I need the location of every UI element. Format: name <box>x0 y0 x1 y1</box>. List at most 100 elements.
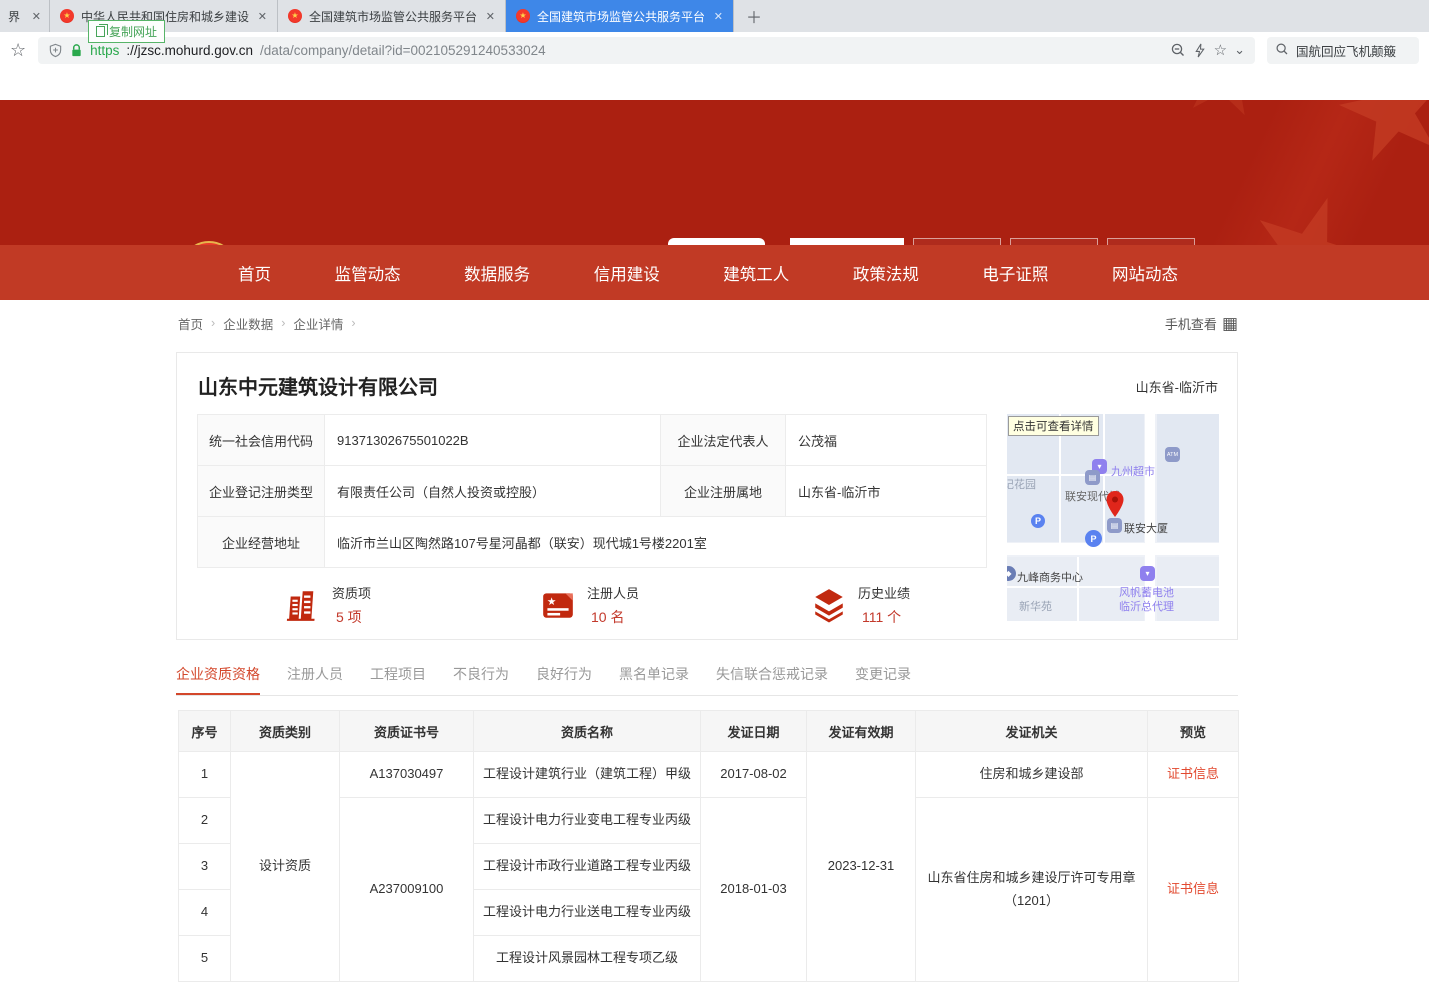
nav-item-credit[interactable]: 信用建设 <box>594 261 660 285</box>
mobile-view-label: 手机查看 <box>1165 314 1217 333</box>
flash-icon[interactable] <box>1193 43 1207 58</box>
table-row: 企业经营地址 临沂市兰山区陶然路107号星河晶都（联安）现代城1号楼2201室 <box>198 517 987 568</box>
credit-code-value: 91371302675501022B <box>325 415 661 466</box>
close-icon[interactable]: ✕ <box>258 10 267 23</box>
flag-decoration <box>1009 100 1429 245</box>
tower-poi-icon: ▤ <box>1107 518 1122 533</box>
tab-change-records[interactable]: 变更记录 <box>855 664 911 695</box>
search-tab-personnel[interactable]: 从业人员 <box>913 238 1001 245</box>
nav-item-home[interactable]: 首页 <box>238 261 271 285</box>
col-header: 发证机关 <box>916 711 1148 752</box>
breadcrumb-home[interactable]: 首页 <box>178 314 203 333</box>
nav-item-data-service[interactable]: 数据服务 <box>464 261 530 285</box>
tab-dishonesty-records[interactable]: 失信联合惩戒记录 <box>716 664 828 695</box>
registry-card-icon: ★ <box>540 587 576 623</box>
breadcrumb-separator: › <box>281 316 285 330</box>
close-icon[interactable]: ✕ <box>714 10 723 23</box>
close-icon[interactable]: ✕ <box>486 10 495 23</box>
col-header: 序号 <box>179 711 231 752</box>
col-header: 资质证书号 <box>340 711 474 752</box>
table-header-row: 序号 资质类别 资质证书号 资质名称 发证日期 发证有效期 发证机关 预览 <box>179 711 1239 752</box>
stat-registered-personnel[interactable]: ★ 注册人员 10 名 <box>540 583 639 627</box>
stat-history-performance[interactable]: 历史业绩 111 个 <box>811 583 910 627</box>
browser-tab-partial[interactable]: 界 ✕ <box>0 0 50 32</box>
shield-icon <box>48 43 63 58</box>
stat-label: 注册人员 <box>587 583 639 602</box>
map-label-xinhua: 新华苑 <box>1019 598 1052 614</box>
certificate-number: A237009100 <box>340 798 474 982</box>
location-pin-icon <box>1105 490 1125 518</box>
tab-registered-personnel[interactable]: 注册人员 <box>287 664 343 695</box>
breadcrumb-row: 首页 › 企业数据 › 企业详情 › 手机查看 ▦ <box>178 300 1238 346</box>
nav-item-site-news[interactable]: 网站动态 <box>1112 261 1178 285</box>
nav-item-policy[interactable]: 政策法规 <box>853 261 919 285</box>
bookmark-star-icon[interactable]: ☆ <box>10 40 26 61</box>
row-number: 5 <box>179 936 231 982</box>
nav-item-supervision[interactable]: 监管动态 <box>335 261 401 285</box>
row-number: 2 <box>179 798 231 844</box>
browser-window: 界 ✕ ★ 中华人民共和国住房和城乡建设 ✕ ★ 全国建筑市场监管公共服务平台 … <box>0 0 1429 996</box>
map-tooltip: 点击可查看详情 <box>1008 416 1099 436</box>
map-label-business-center: 九峰商务中心 <box>1017 569 1083 585</box>
issuing-authority: 山东省住房和城乡建设厅许可专用章（1201） <box>916 798 1148 982</box>
lock-icon <box>70 43 83 58</box>
emblem-favicon-icon: ★ <box>516 9 530 23</box>
quick-search-box[interactable]: 国航回应飞机颠簸 <box>1267 37 1419 64</box>
tab-projects[interactable]: 工程项目 <box>370 664 426 695</box>
main-navigation: 首页 监管动态 数据服务 信用建设 建筑工人 政策法规 电子证照 网站动态 <box>0 245 1429 300</box>
svg-text:★: ★ <box>547 596 556 608</box>
new-tab-button[interactable]: ＋ <box>734 0 774 32</box>
tab-good-behavior[interactable]: 良好行为 <box>536 664 592 695</box>
qualification-name: 工程设计电力行业变电工程专业丙级 <box>474 798 701 844</box>
search-tab-enterprise[interactable]: 建设工程企业 <box>790 238 904 245</box>
location-map[interactable]: 点击可查看详情 ▾ 九州超市 ATM 记花园 ▤ 联安现代城 ▤ 联安大厦 P … <box>1007 414 1219 621</box>
col-header: 资质名称 <box>474 711 701 752</box>
certificate-info-link[interactable]: 证书信息 <box>1167 766 1219 781</box>
zoom-out-icon[interactable] <box>1170 42 1186 58</box>
mobile-view-link[interactable]: 手机查看 ▦ <box>1165 314 1238 333</box>
breadcrumb-company-detail[interactable]: 企业详情 <box>293 314 343 333</box>
browser-tab-jzsc-1[interactable]: ★ 全国建筑市场监管公共服务平台 ✕ <box>278 0 506 32</box>
tab-bad-behavior[interactable]: 不良行为 <box>453 664 509 695</box>
browser-tab-jzsc-active[interactable]: ★ 全国建筑市场监管公共服务平台 ✕ <box>506 0 734 32</box>
map-label-supermarket: 九州超市 <box>1111 463 1155 479</box>
col-header: 预览 <box>1148 711 1239 752</box>
stat-qualifications[interactable]: 资质项 5 项 <box>285 583 371 627</box>
battery-poi-icon: ▾ <box>1140 566 1155 581</box>
qualification-category: 设计资质 <box>231 752 340 982</box>
breadcrumb-separator: › <box>351 316 355 330</box>
stat-value: 10 名 <box>587 607 639 627</box>
legal-rep-value: 公茂福 <box>786 415 987 466</box>
close-icon[interactable]: ✕ <box>32 10 41 23</box>
map-label-garden: 记花园 <box>1007 476 1036 492</box>
certificate-number: A137030497 <box>340 752 474 798</box>
stat-value: 5 项 <box>332 607 371 627</box>
search-tab-project[interactable]: 建设项目 <box>1010 238 1098 245</box>
url-path: /data/company/detail?id=0021052912405330… <box>260 43 546 58</box>
nav-item-elicense[interactable]: 电子证照 <box>982 261 1048 285</box>
chevron-down-icon[interactable]: ⌄ <box>1234 42 1245 58</box>
building-icon <box>285 587 321 623</box>
tab-blacklist[interactable]: 黑名单记录 <box>619 664 689 695</box>
field-label: 企业经营地址 <box>198 517 325 568</box>
certificate-info-link[interactable]: 证书信息 <box>1167 881 1219 896</box>
nav-item-workers[interactable]: 建筑工人 <box>723 261 789 285</box>
favorite-star-icon[interactable]: ☆ <box>1214 41 1227 59</box>
field-label: 企业法定代表人 <box>661 415 786 466</box>
tab-qualifications[interactable]: 企业资质资格 <box>176 664 260 695</box>
site-search-widget: 建设工程企业 从业人员 建设项目 诚信记录 搜索 <box>790 238 1238 245</box>
copy-icon <box>96 26 105 37</box>
qualification-name: 工程设计市政行业道路工程专业丙级 <box>474 844 701 890</box>
qr-code-icon: ▦ <box>1222 315 1238 332</box>
col-header: 发证有效期 <box>807 711 916 752</box>
tab-label: 全国建筑市场监管公共服务平台 <box>537 8 707 25</box>
stat-label: 历史业绩 <box>858 583 910 602</box>
search-tab-credit[interactable]: 诚信记录 <box>1107 238 1195 245</box>
breadcrumb-company-data[interactable]: 企业数据 <box>223 314 273 333</box>
breadcrumb: 首页 › 企业数据 › 企业详情 › <box>178 314 356 333</box>
address-field[interactable]: https://jzsc.mohurd.gov.cn/data/company/… <box>38 37 1255 64</box>
stat-value: 111 个 <box>858 607 910 627</box>
qualification-name: 工程设计电力行业送电工程专业丙级 <box>474 890 701 936</box>
col-header: 资质类别 <box>231 711 340 752</box>
table-row: 企业登记注册类型 有限责任公司（自然人投资或控股） 企业注册属地 山东省-临沂市 <box>198 466 987 517</box>
